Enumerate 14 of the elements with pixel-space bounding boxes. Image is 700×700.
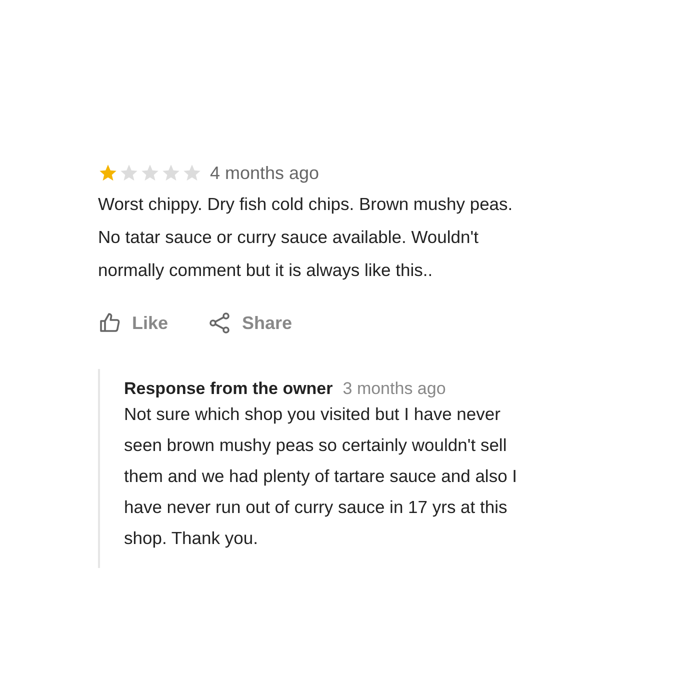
share-button[interactable]: Share: [208, 311, 292, 335]
star-icon: [161, 163, 181, 183]
response-text: Not sure which shop you visited but I have never seen brown mushy peas so certainly wouldn't sell them and we had plenty of tartare sauce and also I have never run out of curry sauce in 17 yrs at this shop. Thank you.: [124, 403, 518, 550]
response-title: Response from the owner: [124, 379, 333, 399]
response-time: 3 months ago: [342, 379, 446, 399]
review-text: Worst chippy. Dry fish cold chips. Brown mushy peas. No tatar sauce or curry sauce available. Wouldn't normally comment but it is always like this..: [98, 193, 514, 282]
star-icon: [182, 163, 202, 183]
star-icon: [98, 163, 118, 183]
star-icon: [140, 163, 160, 183]
thumbs-up-icon: [98, 311, 122, 335]
share-icon: [208, 311, 232, 335]
like-button[interactable]: Like: [98, 311, 168, 335]
star-icon: [119, 163, 139, 183]
review-time: 4 months ago: [210, 162, 320, 184]
